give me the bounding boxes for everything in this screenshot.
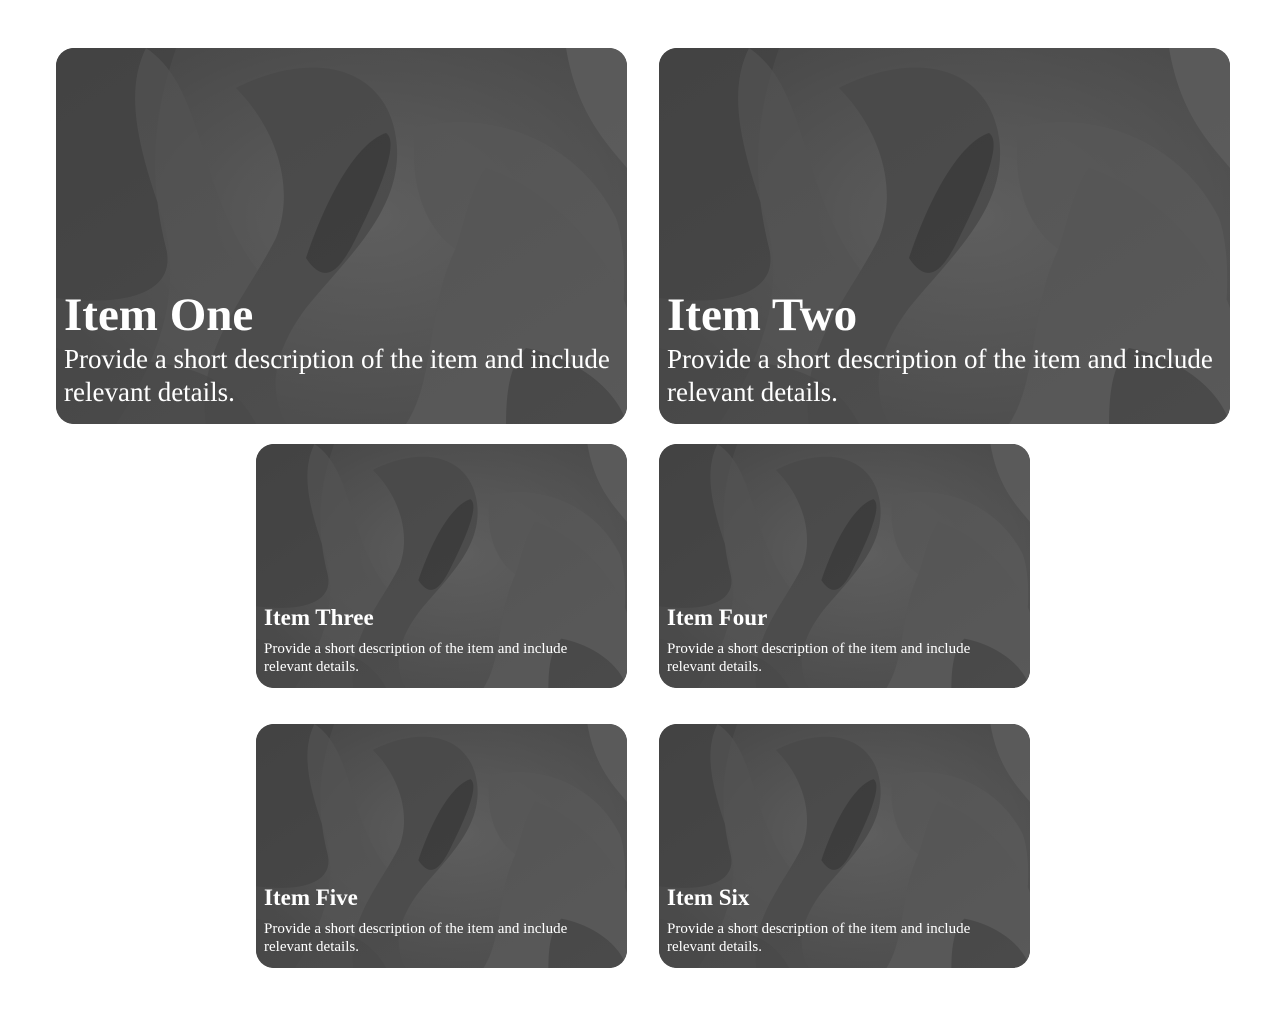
card-description: Provide a short description of the item … <box>667 921 971 955</box>
card-description: Provide a short description of the item … <box>667 641 971 675</box>
card-title: Item Four <box>667 605 768 630</box>
card-title: Item Two <box>667 289 858 341</box>
card-content: Item Four Provide a short description of… <box>667 605 1022 688</box>
item-card-three[interactable]: Item Three Provide a short description o… <box>256 444 627 688</box>
card-content: Item Six Provide a short description of … <box>667 885 1022 968</box>
card-description: Provide a short description of the item … <box>667 344 1213 407</box>
card-content: Item Five Provide a short description of… <box>264 885 619 968</box>
item-card-six[interactable]: Item Six Provide a short description of … <box>659 724 1030 968</box>
card-title: Item Six <box>667 885 750 910</box>
card-description: Provide a short description of the item … <box>64 344 610 407</box>
card-grid: Item One Provide a short description of … <box>0 0 1270 1020</box>
card-title: Item Five <box>264 885 358 910</box>
card-description: Provide a short description of the item … <box>264 641 568 675</box>
item-card-two[interactable]: Item Two Provide a short description of … <box>659 48 1230 424</box>
card-title: Item Three <box>264 605 374 630</box>
card-title: Item One <box>64 289 254 341</box>
item-card-five[interactable]: Item Five Provide a short description of… <box>256 724 627 968</box>
item-card-one[interactable]: Item One Provide a short description of … <box>56 48 627 424</box>
item-card-four[interactable]: Item Four Provide a short description of… <box>659 444 1030 688</box>
card-content: Item One Provide a short description of … <box>64 291 619 424</box>
card-content: Item Two Provide a short description of … <box>667 291 1222 424</box>
card-description: Provide a short description of the item … <box>264 921 568 955</box>
card-content: Item Three Provide a short description o… <box>264 605 619 688</box>
